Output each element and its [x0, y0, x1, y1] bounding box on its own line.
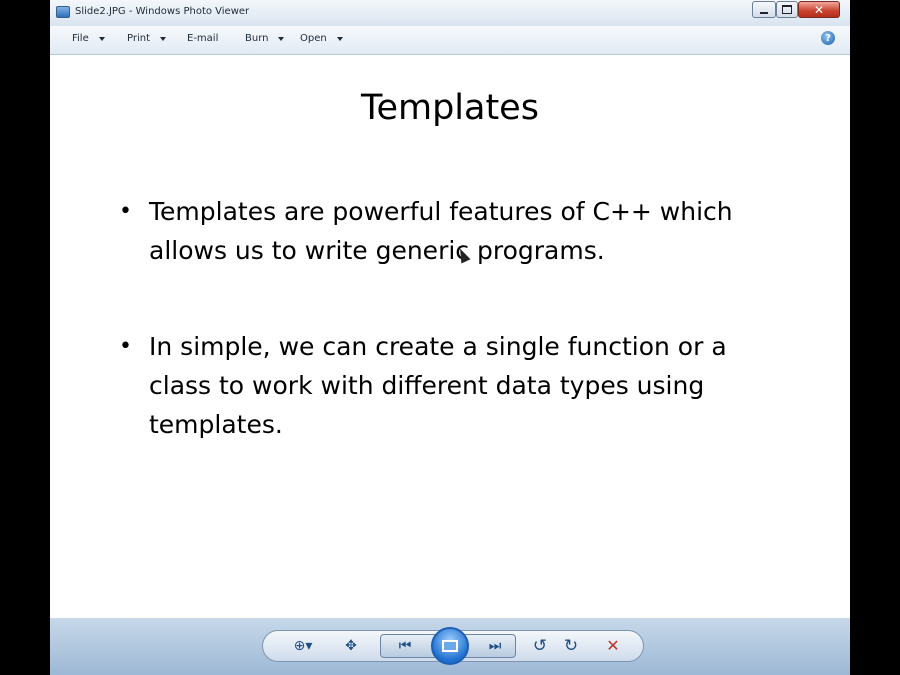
zoom-button[interactable]: ⊕▾	[286, 634, 320, 658]
menu-burn-label: Burn	[245, 33, 269, 44]
minimize-icon	[760, 11, 768, 14]
menu-email[interactable]: E-mail	[187, 33, 218, 44]
rotate-clockwise-button[interactable]: ↻	[559, 634, 583, 658]
bullet-icon: •	[119, 199, 132, 224]
menu-file[interactable]: File	[72, 33, 105, 44]
maximize-icon	[782, 5, 792, 14]
menu-file-label: File	[72, 33, 89, 44]
previous-icon: ⏮	[398, 638, 412, 654]
menu-open-label: Open	[300, 33, 327, 44]
menu-open[interactable]: Open	[300, 33, 343, 44]
actual-size-button[interactable]: ✥	[338, 634, 364, 658]
menu-print[interactable]: Print	[127, 33, 167, 44]
menu-print-label: Print	[127, 33, 151, 44]
menu-bar: File Print E-mail Burn Open	[50, 26, 850, 55]
bullet-text: Templates are powerful features of C++ w…	[149, 197, 733, 265]
previous-button[interactable]: ⏮	[388, 634, 422, 658]
menu-burn[interactable]: Burn	[245, 33, 285, 44]
rotate-clockwise-icon: ↻	[563, 635, 579, 656]
slideshow-icon	[442, 640, 458, 652]
bullet-item: • In simple, we can create a single func…	[119, 327, 784, 444]
zoom-icon: ⊕▾	[293, 638, 313, 654]
title-bar[interactable]: Slide2.JPG - Windows Photo Viewer ✕	[50, 0, 850, 26]
chevron-down-icon	[98, 36, 105, 41]
minimize-button[interactable]	[752, 1, 776, 18]
help-icon[interactable]: ?	[821, 31, 835, 45]
close-icon: ✕	[813, 2, 825, 17]
photo-viewer-app-icon	[56, 6, 70, 18]
chevron-down-icon	[336, 36, 343, 41]
chevron-down-icon	[160, 36, 167, 41]
actual-size-icon: ✥	[345, 638, 357, 654]
photo-viewer-window: Slide2.JPG - Windows Photo Viewer ✕ File…	[50, 0, 850, 675]
bullet-item: • Templates are powerful features of C++…	[119, 192, 784, 270]
close-button[interactable]: ✕	[798, 1, 840, 18]
menu-email-label: E-mail	[187, 33, 219, 44]
window-title: Slide2.JPG - Windows Photo Viewer	[75, 6, 250, 17]
next-icon: ⏭	[488, 638, 502, 654]
delete-button[interactable]: ✕	[601, 634, 625, 658]
slide-title: Templates	[361, 88, 539, 128]
bullet-icon: •	[119, 334, 132, 359]
bullet-text: In simple, we can create a single functi…	[149, 332, 727, 439]
bottom-toolbar: ⊕▾ ✥ ⏮ ⏭ ↺ ↻ ✕	[50, 618, 850, 675]
rotate-counterclockwise-button[interactable]: ↺	[528, 634, 552, 658]
slide-image: Templates • Templates are powerful featu…	[76, 55, 824, 618]
next-button[interactable]: ⏭	[478, 634, 512, 658]
maximize-button[interactable]	[776, 1, 798, 18]
rotate-counterclockwise-icon: ↺	[532, 635, 548, 656]
slideshow-button[interactable]	[431, 627, 469, 665]
delete-icon: ✕	[606, 636, 620, 655]
chevron-down-icon	[278, 36, 285, 41]
image-canvas: Templates • Templates are powerful featu…	[50, 55, 850, 618]
